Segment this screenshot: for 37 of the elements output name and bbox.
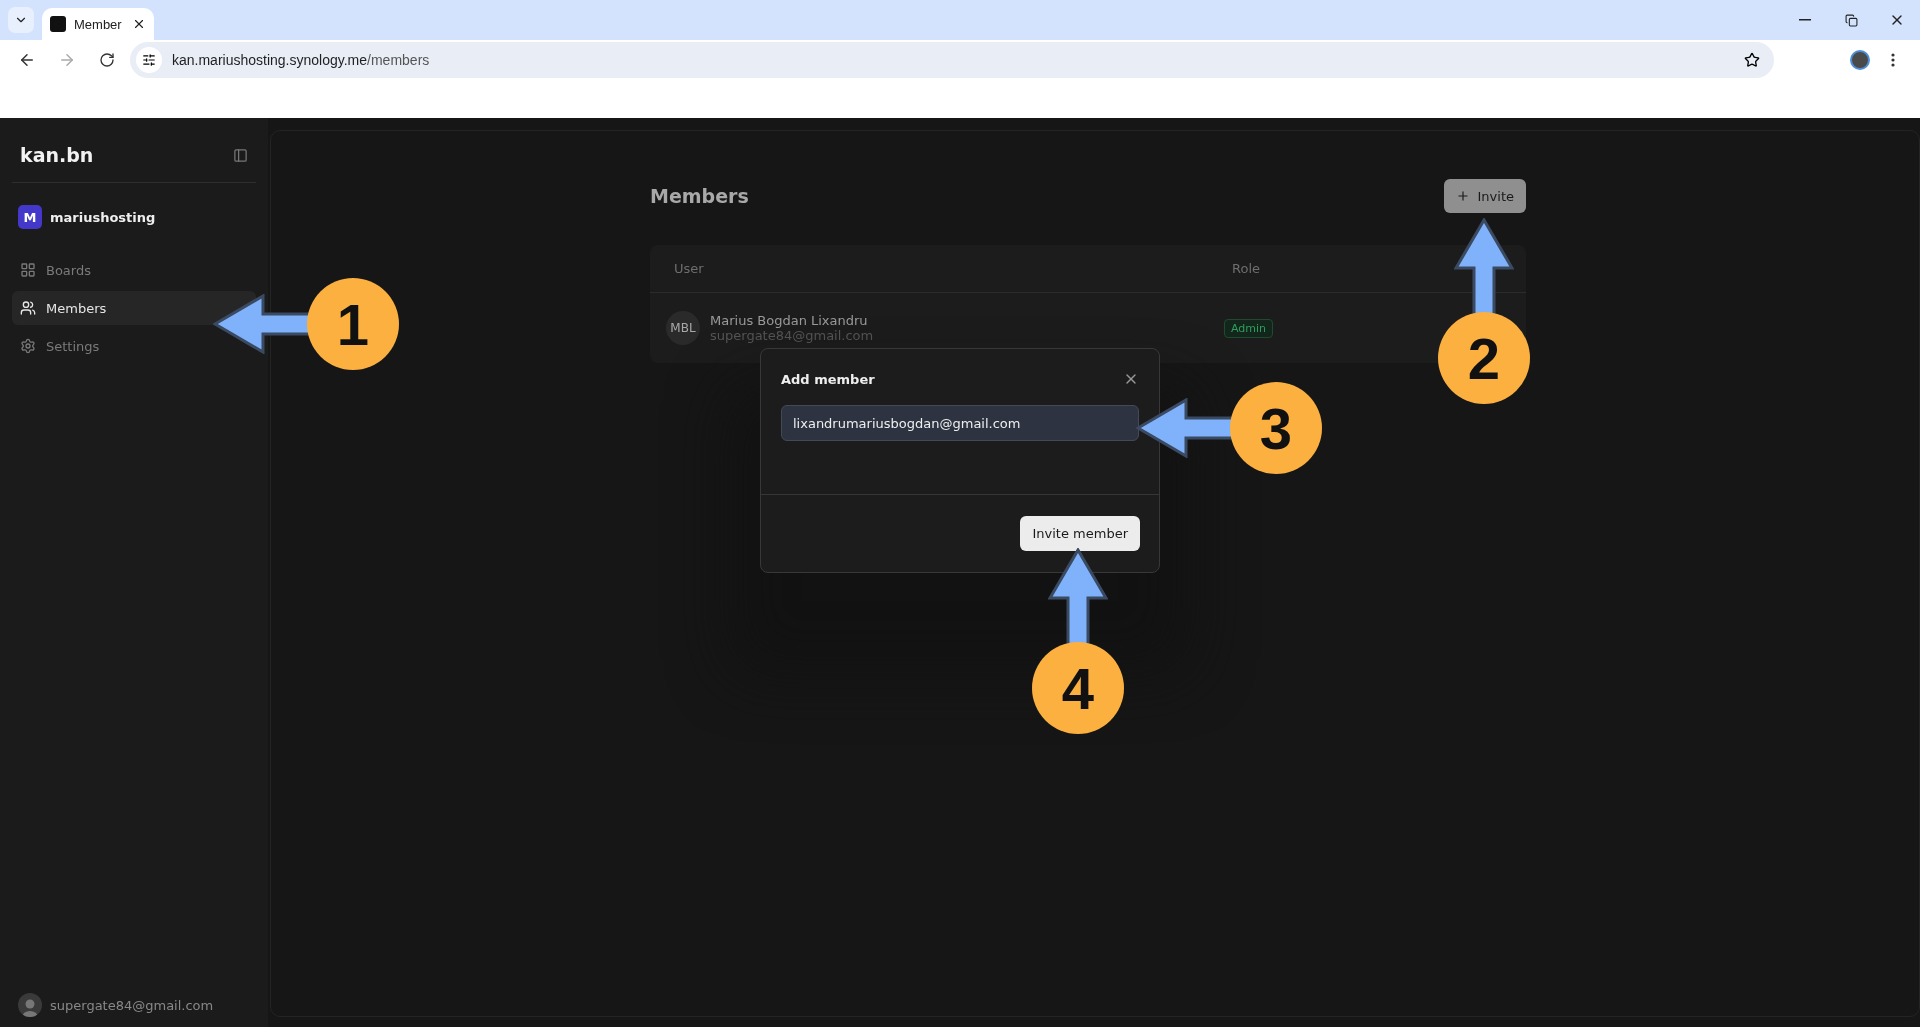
workspace-avatar: M <box>18 205 42 229</box>
close-icon[interactable] <box>132 17 146 31</box>
invite-button[interactable]: Invite <box>1443 179 1526 213</box>
role-badge: Admin <box>1224 318 1274 338</box>
user-avatar: MBL <box>666 311 700 345</box>
browser-tab[interactable]: Member <box>42 8 154 40</box>
bookmark-star-icon[interactable] <box>1744 52 1760 68</box>
column-header: User <box>674 261 705 276</box>
restore-icon <box>1844 13 1858 27</box>
plus-icon <box>1455 189 1470 203</box>
members-icon <box>20 300 36 316</box>
tab-search-button[interactable] <box>8 7 34 33</box>
collapse-sidebar-icon[interactable] <box>233 147 248 163</box>
member-email: supergate84@gmail.com <box>710 328 874 343</box>
page-title: Members <box>650 185 749 207</box>
user-avatar[interactable] <box>18 993 42 1017</box>
member-name: Marius Bogdan Lixandru <box>710 313 869 328</box>
boards-icon <box>20 262 36 278</box>
profile-avatar[interactable] <box>1850 50 1870 70</box>
email-field[interactable]: lixandrumariusbogdan@gmail.com <box>781 405 1139 441</box>
address-bar[interactable]: kan.mariushosting.synology.me/members <box>130 42 1774 78</box>
sidebar-item[interactable]: Members <box>12 291 256 325</box>
sidebar-item[interactable]: Boards <box>12 253 99 287</box>
dialog-title: Add member <box>781 371 875 387</box>
logo: kan.bn <box>20 144 94 166</box>
column-header: Role <box>1232 261 1261 276</box>
reload-icon <box>99 52 115 68</box>
minimize-icon <box>1799 19 1811 21</box>
forward-arrow-icon <box>58 51 76 69</box>
settings-icon <box>20 338 36 354</box>
invite-member-button[interactable]: Invite member <box>1020 516 1140 551</box>
workspace-name[interactable]: mariushosting <box>50 209 156 225</box>
user-email[interactable]: supergate84@gmail.com <box>50 997 214 1013</box>
menu-icon <box>1891 53 1895 67</box>
site-settings-icon[interactable] <box>136 47 162 73</box>
sidebar-item[interactable]: Settings <box>12 329 108 363</box>
favicon-icon <box>50 16 66 32</box>
